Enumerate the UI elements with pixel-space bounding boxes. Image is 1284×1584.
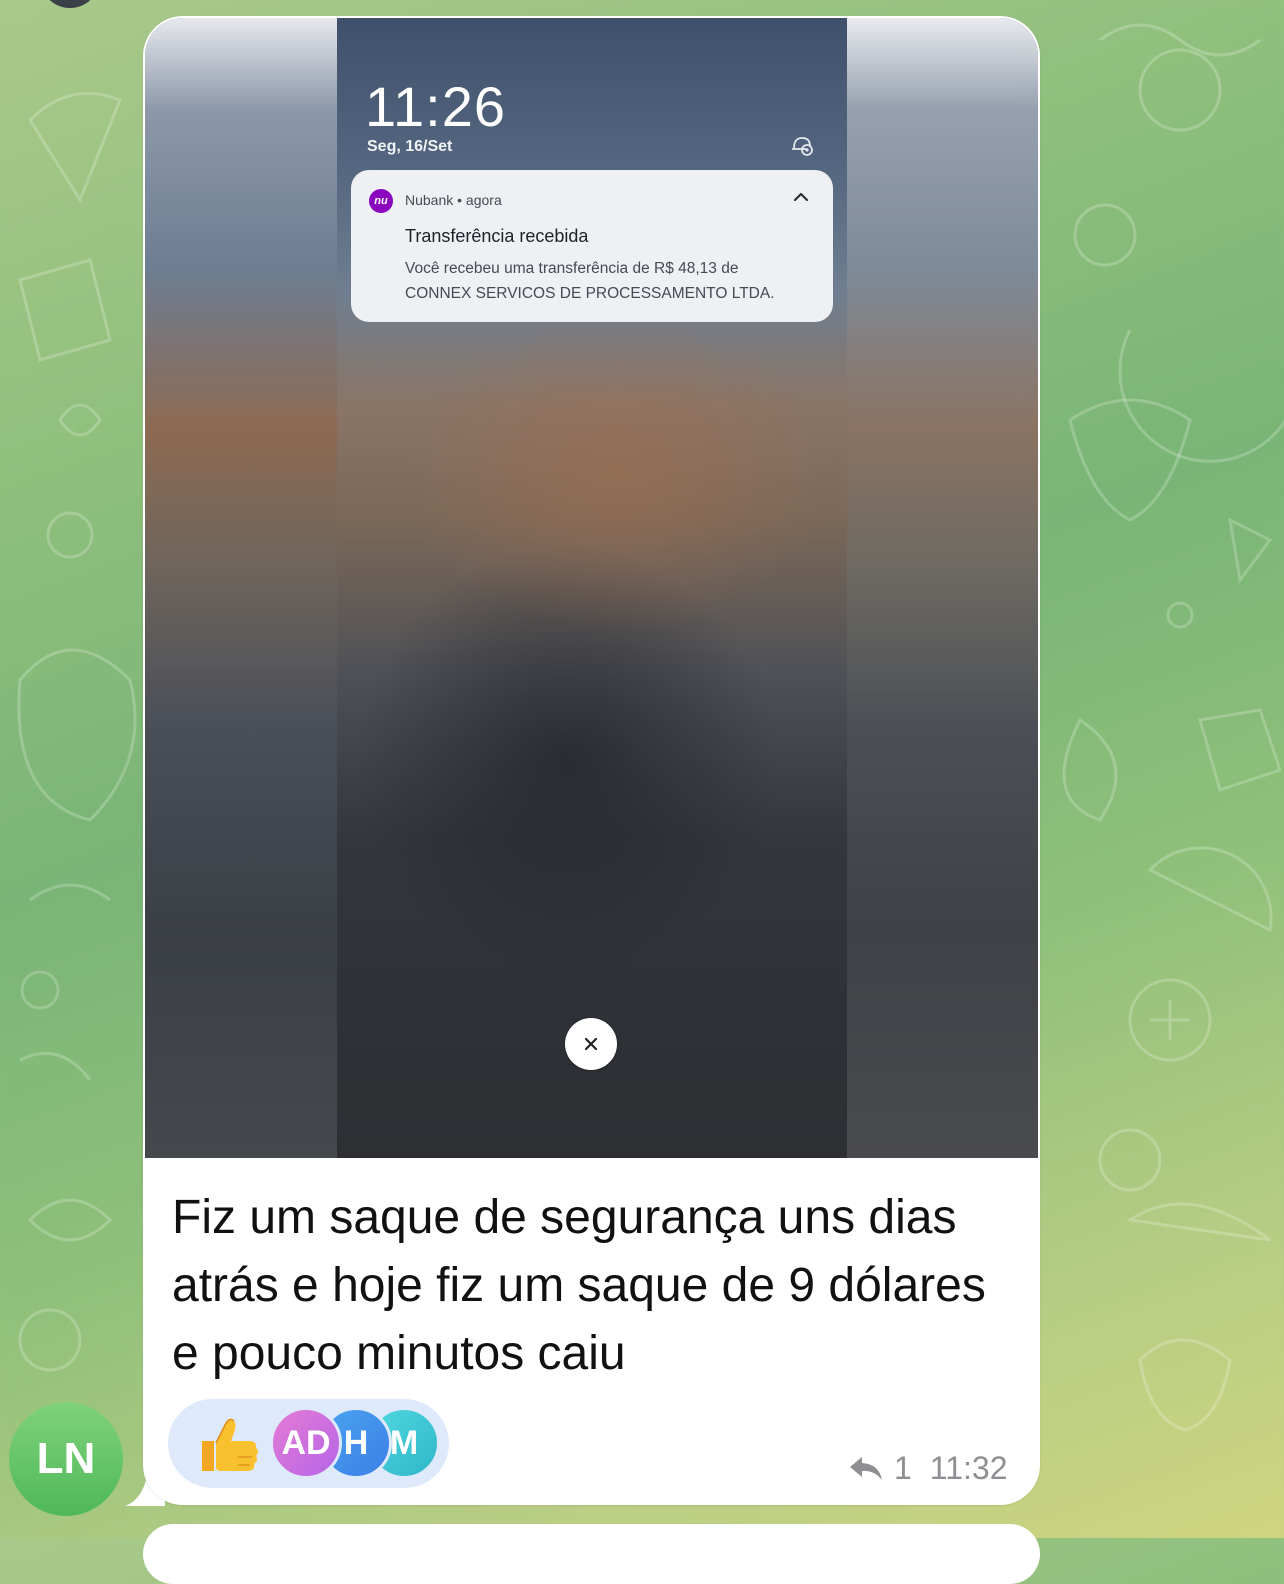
next-message-bubble[interactable]: [143, 1524, 1040, 1584]
notification-title: Transferência recebida: [405, 226, 589, 246]
phone-lockscreen: 11:26 Seg, 16/Set nu Nubank • agora Tran…: [337, 18, 847, 1158]
previous-sender-avatar[interactable]: [40, 0, 100, 8]
close-button[interactable]: [565, 1018, 617, 1070]
screenshot-media[interactable]: 11:26 Seg, 16/Set nu Nubank • agora Tran…: [145, 18, 1038, 1158]
sender-avatar[interactable]: LN: [9, 1402, 123, 1516]
notification-body: Você recebeu uma transferência de R$ 48,…: [405, 260, 775, 302]
notification-app-meta: Nubank • agora: [405, 192, 502, 208]
reactions-bar[interactable]: AD H M: [168, 1399, 449, 1488]
chevron-up-icon[interactable]: [792, 190, 810, 204]
reply-arrow-icon[interactable]: [848, 1453, 884, 1483]
notification-settings-icon: [792, 137, 813, 156]
message-meta: 1 11:32: [848, 1448, 1008, 1488]
nubank-app-icon: nu: [369, 189, 393, 213]
lockscreen-date: Seg, 16/Set: [367, 138, 453, 155]
replies-count[interactable]: 1: [894, 1450, 912, 1487]
close-icon: [584, 1037, 598, 1051]
media-blur-left: [145, 18, 337, 1158]
lockscreen-time: 11:26: [365, 75, 506, 138]
message-caption: Fiz um saque de segurança uns dias atrás…: [172, 1191, 986, 1380]
message-bubble[interactable]: 11:26 Seg, 16/Set nu Nubank • agora Tran…: [143, 16, 1040, 1505]
thumbs-up-icon[interactable]: [196, 1413, 260, 1477]
media-blur-right: [845, 18, 1038, 1158]
reaction-avatar-ad[interactable]: AD: [270, 1407, 342, 1479]
notification-card[interactable]: nu Nubank • agora Transferência recebida…: [351, 170, 833, 322]
message-time: 11:32: [929, 1449, 1008, 1486]
